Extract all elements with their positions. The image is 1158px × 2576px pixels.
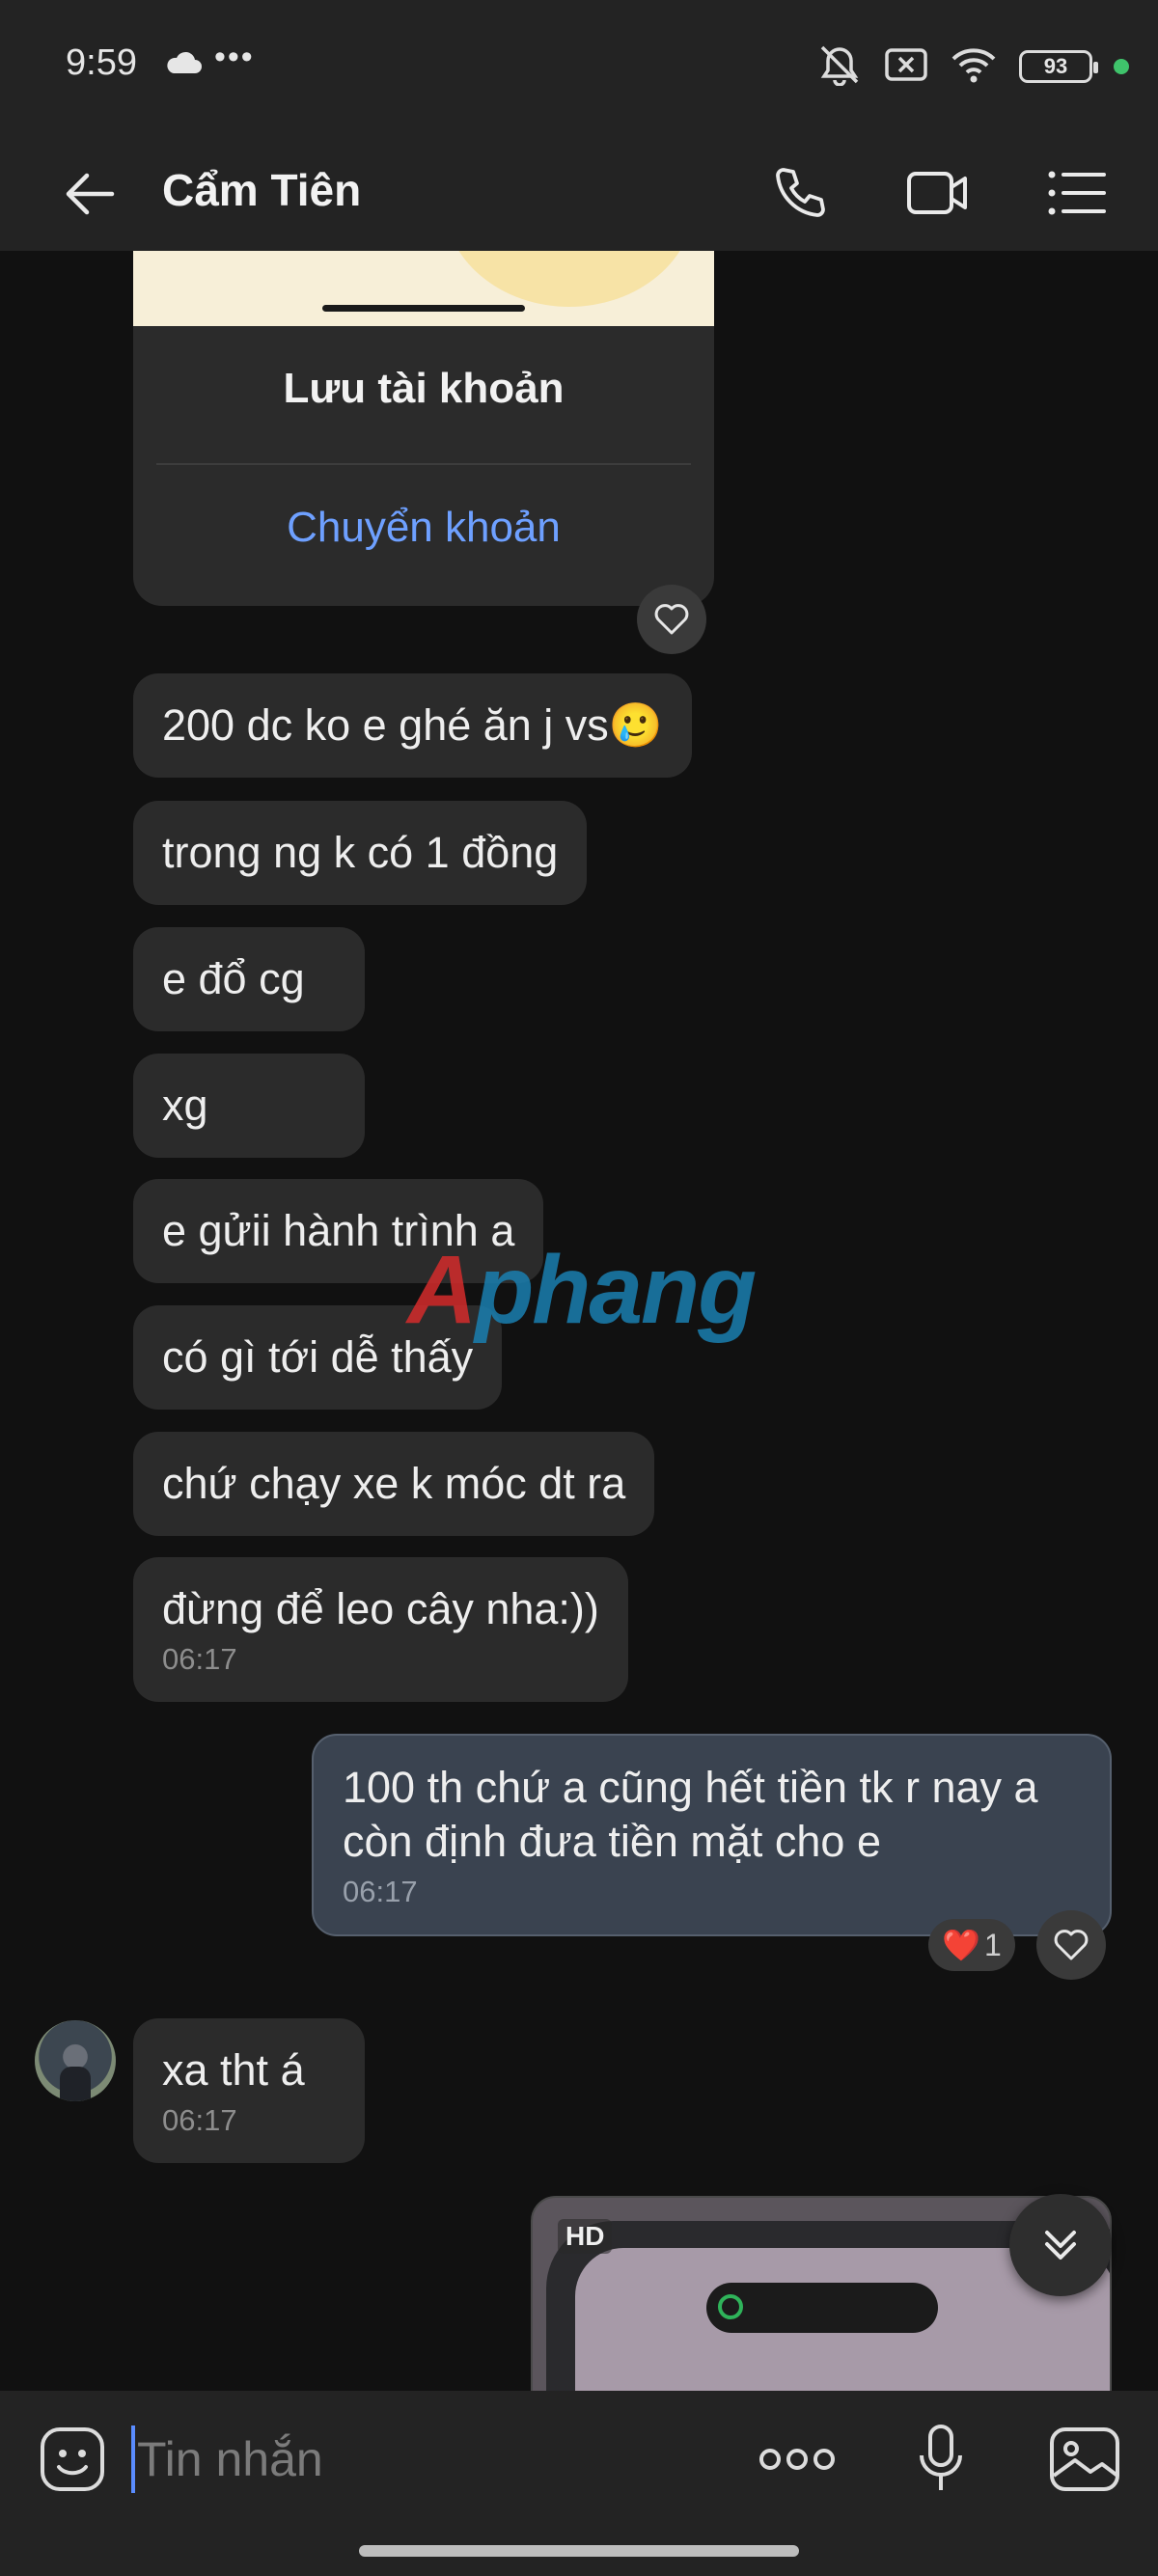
message-bubble-incoming[interactable]: xg xyxy=(133,1054,365,1158)
back-button[interactable] xyxy=(58,160,125,228)
battery-icon: 93 xyxy=(1019,50,1098,83)
message-timestamp: 06:17 xyxy=(162,1642,237,1676)
image-gallery-icon xyxy=(1050,2427,1119,2491)
message-timestamp: 06:17 xyxy=(162,2103,237,2137)
contact-name[interactable]: Cẩm Tiên xyxy=(162,164,361,216)
gallery-button[interactable] xyxy=(1046,2422,1123,2497)
wifi-icon xyxy=(950,45,998,89)
phone-icon xyxy=(776,168,825,217)
message-text: e đổ cg xyxy=(162,954,305,1003)
message-text: trong ng k có 1 đồng xyxy=(162,828,559,877)
message-list[interactable]: Lưu tài khoản Chuyển khoản 200 dc ko e g… xyxy=(0,251,1158,2391)
heart-reaction-icon: ❤️ xyxy=(942,1928,981,1962)
message-input[interactable] xyxy=(137,2420,716,2499)
save-account-button[interactable]: Lưu tài khoản xyxy=(133,365,714,413)
home-indicator[interactable] xyxy=(359,2545,799,2557)
chat-header: Cẩm Tiên xyxy=(0,135,1158,251)
privacy-indicator-dot xyxy=(1114,59,1129,74)
cloud-icon xyxy=(164,50,203,80)
message-bubble-incoming[interactable]: đừng để leo cây nha:)) 06:17 xyxy=(133,1557,628,1702)
message-text: xg xyxy=(162,1081,208,1130)
hd-badge: HD xyxy=(558,2219,613,2254)
voice-call-button[interactable] xyxy=(762,156,836,230)
scroll-to-bottom-button[interactable] xyxy=(1009,2194,1112,2296)
react-button[interactable] xyxy=(1036,1910,1106,1980)
message-composer xyxy=(0,2391,1158,2576)
message-text: đừng để leo cây nha:)) xyxy=(162,1584,599,1633)
message-bubble-incoming[interactable]: chứ chạy xe k móc dt ra xyxy=(133,1432,655,1536)
sticker-face-icon xyxy=(41,2427,104,2491)
video-camera-icon xyxy=(907,172,967,214)
voice-record-button[interactable] xyxy=(907,2418,975,2501)
list-menu-icon xyxy=(1048,171,1106,215)
contact-avatar[interactable] xyxy=(35,2020,116,2101)
status-time: 9:59 xyxy=(66,42,137,83)
status-icons: 93 xyxy=(816,42,1129,91)
mute-vibrate-icon xyxy=(816,43,863,91)
message-text: chứ chạy xe k móc dt ra xyxy=(162,1459,626,1508)
double-chevron-down-icon xyxy=(1045,2231,1076,2260)
battery-level: 93 xyxy=(1043,54,1068,78)
text-cursor xyxy=(131,2425,135,2493)
react-button[interactable] xyxy=(637,585,706,654)
message-bubble-outgoing[interactable]: 100 th chứ a cũng hết tiền tk r nay a cò… xyxy=(312,1734,1112,1936)
more-options-button[interactable] xyxy=(753,2424,841,2495)
status-more-icon: ••• xyxy=(214,39,255,75)
message-bubble-incoming[interactable]: trong ng k có 1 đồng xyxy=(133,801,588,905)
chat-options-button[interactable] xyxy=(1040,156,1114,230)
sticker-button[interactable] xyxy=(35,2422,110,2497)
reaction-badge[interactable]: ❤️ 1 xyxy=(928,1919,1015,1971)
more-dots-icon xyxy=(759,2449,835,2470)
message-text: 200 dc ko e ghé ăn j vs🥲 xyxy=(162,700,663,750)
card-image-preview xyxy=(133,251,714,326)
status-bar: 9:59 ••• 93 xyxy=(0,0,1158,135)
transfer-money-button[interactable]: Chuyển khoản xyxy=(133,504,714,552)
reaction-count: 1 xyxy=(984,1927,1002,1962)
watermark-logo: Aphang xyxy=(407,1236,757,1344)
message-timestamp: 06:17 xyxy=(343,1875,418,1908)
message-text: xa tht á xyxy=(162,2045,305,2095)
message-bubble-incoming[interactable]: xa tht á 06:17 xyxy=(133,2018,365,2163)
arrow-left-icon xyxy=(66,173,115,215)
message-bubble-incoming[interactable]: 200 dc ko e ghé ăn j vs🥲 xyxy=(133,673,692,778)
message-bubble-incoming[interactable]: e đổ cg xyxy=(133,927,365,1031)
microphone-icon xyxy=(920,2425,962,2490)
card-divider xyxy=(156,463,691,465)
bank-transfer-card: Lưu tài khoản Chuyển khoản xyxy=(133,251,714,606)
no-sim-icon xyxy=(884,45,928,89)
heart-outline-icon xyxy=(1054,1930,1089,1960)
message-text: 100 th chứ a cũng hết tiền tk r nay a cò… xyxy=(343,1763,1038,1866)
heart-outline-icon xyxy=(654,604,689,635)
video-call-button[interactable] xyxy=(901,156,975,230)
